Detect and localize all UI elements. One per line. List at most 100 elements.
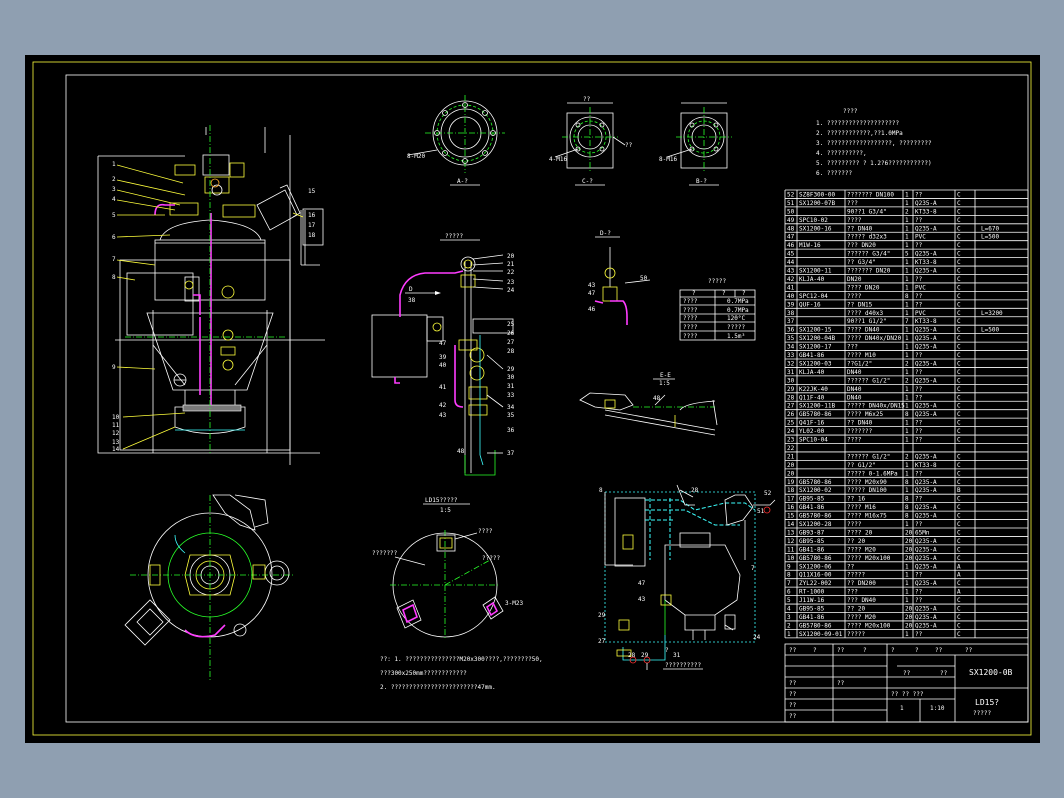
parts-cell: A	[957, 589, 961, 596]
parts-cell: 20	[905, 614, 913, 621]
parts-cell: C	[957, 521, 961, 528]
parts-cell: KT33-8	[915, 259, 937, 266]
parts-cell: ????? DN100	[847, 487, 887, 494]
parts-cell: DN20	[847, 276, 862, 283]
parts-cell: ???? d40x3	[847, 310, 884, 317]
parts-cell: GB5780-86	[799, 411, 832, 418]
parts-cell: 1	[905, 259, 909, 266]
note-1: 1. ????????????????????	[816, 120, 899, 127]
svg-text:29: 29	[507, 366, 515, 373]
bolts-label-4: 3-M23	[505, 600, 523, 607]
parts-cell: 1	[905, 310, 909, 317]
parts-cell: 25	[787, 420, 795, 427]
tb-scale: 1:10	[930, 705, 945, 712]
parts-cell: C	[957, 513, 961, 520]
parts-cell: C	[957, 470, 961, 477]
svg-text:7: 7	[112, 256, 116, 263]
parts-cell: C	[957, 327, 961, 334]
pt-h3: ?	[742, 290, 746, 297]
parts-cell: GB41-86	[799, 352, 825, 359]
parts-cell: QUF-16	[799, 301, 821, 308]
svg-text:8: 8	[112, 274, 116, 281]
parts-cell: 1	[905, 191, 909, 198]
parts-cell: 1	[905, 217, 909, 224]
note-2: 2. ????????????,??1.0MPa	[816, 130, 903, 137]
parts-cell: 2	[905, 360, 909, 367]
parts-cell: RT-1000	[799, 589, 825, 596]
parts-cell: YL02-00	[799, 428, 825, 435]
parts-cell: ???	[847, 589, 858, 596]
parts-cell: 1	[905, 470, 909, 477]
parts-cell: 28	[787, 394, 795, 401]
product-name: LD15?	[975, 698, 999, 707]
tb-header-0: ??	[789, 647, 797, 654]
parts-cell: Q235-A	[915, 622, 937, 629]
parts-cell: 65Mn	[915, 529, 930, 536]
parts-cell: 1	[905, 327, 909, 334]
parts-cell: Q235-A	[915, 513, 937, 520]
svg-text:35: 35	[507, 412, 515, 419]
parts-cell: SPC10-02	[799, 217, 828, 224]
parts-cell: C	[957, 360, 961, 367]
svg-text:26: 26	[507, 330, 515, 337]
parts-cell: ??	[915, 301, 923, 308]
parts-cell: 48	[787, 225, 795, 232]
pt-r5-k: ????	[683, 333, 698, 340]
svg-text:28: 28	[691, 487, 699, 494]
flange-c: ?? 4-M16 ?? C-?	[549, 96, 633, 186]
parts-cell: 5	[905, 251, 909, 258]
parts-cell: ???????	[847, 428, 873, 435]
parts-cell: SZ8F300-00	[799, 191, 836, 198]
bolts-label-1: 8-M20	[407, 153, 425, 160]
parts-cell: SX1200-17	[799, 344, 832, 351]
parts-cell: 1	[905, 589, 909, 596]
parts-list-table: 52 SZ8F300-00??????? DN100 1?? C51 SX1200-07…	[784, 189, 1029, 639]
svg-text:21: 21	[507, 261, 515, 268]
parts-remark: L=500	[981, 327, 999, 334]
parts-cell: C	[957, 310, 961, 317]
parts-cell: 18	[787, 487, 795, 494]
parts-cell: 20	[905, 529, 913, 536]
parts-cell: C	[957, 386, 961, 393]
parts-cell: ??	[915, 631, 923, 638]
parts-cell: 1	[905, 301, 909, 308]
svg-text:47: 47	[588, 290, 596, 297]
parts-cell: 1	[905, 200, 909, 207]
parts-cell: Q235-A	[915, 504, 937, 511]
parts-cell: ????	[847, 437, 862, 444]
parts-cell: C	[957, 597, 961, 604]
parts-cell: KLJA-40	[799, 369, 825, 376]
parts-cell: 1	[905, 437, 909, 444]
parts-cell: ??	[915, 293, 923, 300]
svg-text:16: 16	[308, 212, 316, 219]
note-6: 6. ???????	[816, 170, 853, 177]
section-e-label: E-E	[660, 372, 671, 379]
parts-cell: 27	[787, 403, 795, 410]
pt-h1: ?	[692, 290, 696, 297]
parts-cell: 7	[787, 580, 791, 587]
bottom-note-3: 2. ????????????????????????47mm.	[380, 684, 496, 691]
parts-cell: ?? DN40	[847, 420, 873, 427]
parts-cell: Q11F-40	[799, 394, 825, 401]
parts-cell: 1	[905, 462, 909, 469]
parts-cell: 20	[905, 622, 913, 629]
bolts-label-2: 4-M16	[549, 156, 567, 163]
parts-cell: 5	[787, 597, 791, 604]
parts-cell: ZYL22-002	[799, 580, 832, 587]
parts-remark: L=670	[981, 225, 999, 232]
parts-cell: 23	[787, 437, 795, 444]
svg-text:??: ??	[583, 96, 591, 103]
parts-cell: ???? DN40x/DN20	[847, 335, 902, 342]
parts-cell: C	[957, 352, 961, 359]
svg-text:4: 4	[112, 196, 116, 203]
parts-cell: GB41-86	[799, 546, 825, 553]
parts-cell: C	[957, 403, 961, 410]
svg-text:1: 1	[112, 161, 116, 168]
svg-text:34: 34	[507, 404, 515, 411]
parts-cell: C	[957, 276, 961, 283]
svg-text:5: 5	[112, 212, 116, 219]
parts-cell: Q235-A	[915, 403, 937, 410]
parts-cell: ??	[915, 521, 923, 528]
parts-cell: J11W-16	[799, 597, 825, 604]
ld-scale: 1:5	[440, 507, 451, 514]
